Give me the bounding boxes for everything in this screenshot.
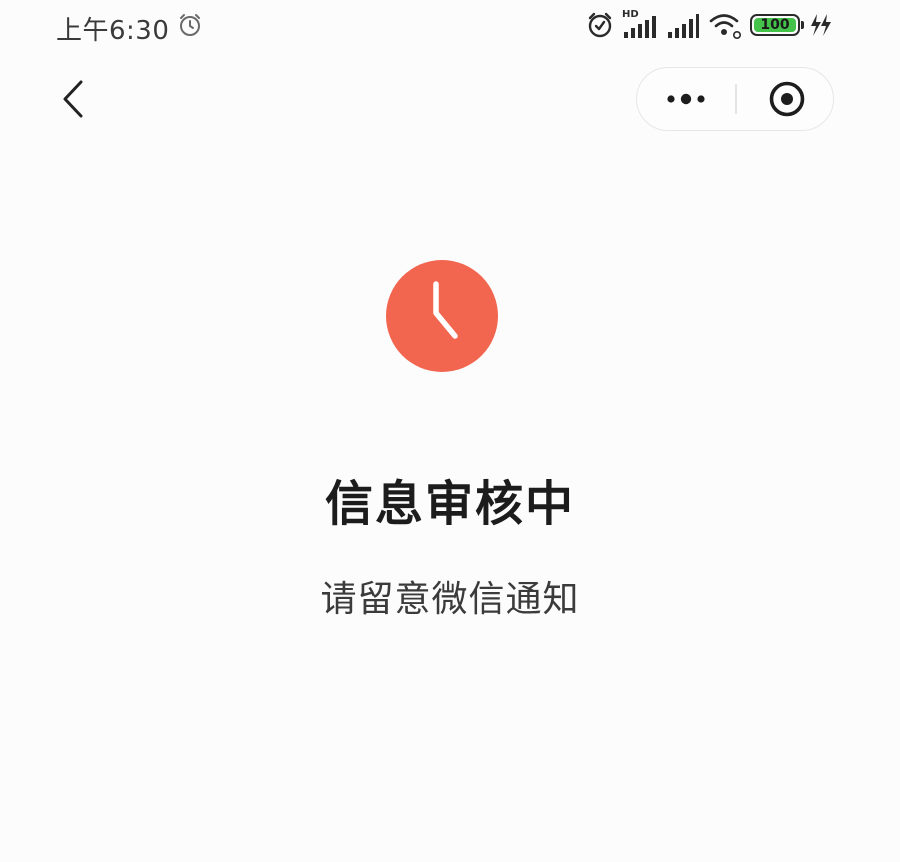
battery-indicator: 100 [750,14,804,36]
screen: 上午6:30 HD 100 信息审核中 请留意微信通知 [0,0,900,862]
charging-icon [811,14,831,36]
back-button[interactable] [56,78,92,120]
status-icons: HD 100 [586,9,834,40]
battery-level: 100 [760,17,790,33]
status-subtitle: 请留意微信通知 [320,579,580,620]
signal-icon [624,16,656,38]
wifi-icon [709,14,741,39]
target-close-icon [769,81,805,117]
clock-icon [386,260,498,372]
more-button[interactable] [637,68,735,130]
alarm-icon [180,14,200,36]
close-mini-program-button[interactable] [737,68,833,130]
battery-cap [801,21,804,29]
mini-program-capsule [636,67,834,131]
alarm-icon [588,12,612,38]
chevron-left-icon [63,80,83,118]
status-bar: 上午6:30 HD 100 [0,0,900,52]
status-time: 上午6:30 [56,16,170,46]
signal-icon [668,14,699,38]
status-title: 信息审核中 [324,476,575,532]
more-dots-icon [667,93,705,105]
hd-signal: HD [622,9,658,40]
